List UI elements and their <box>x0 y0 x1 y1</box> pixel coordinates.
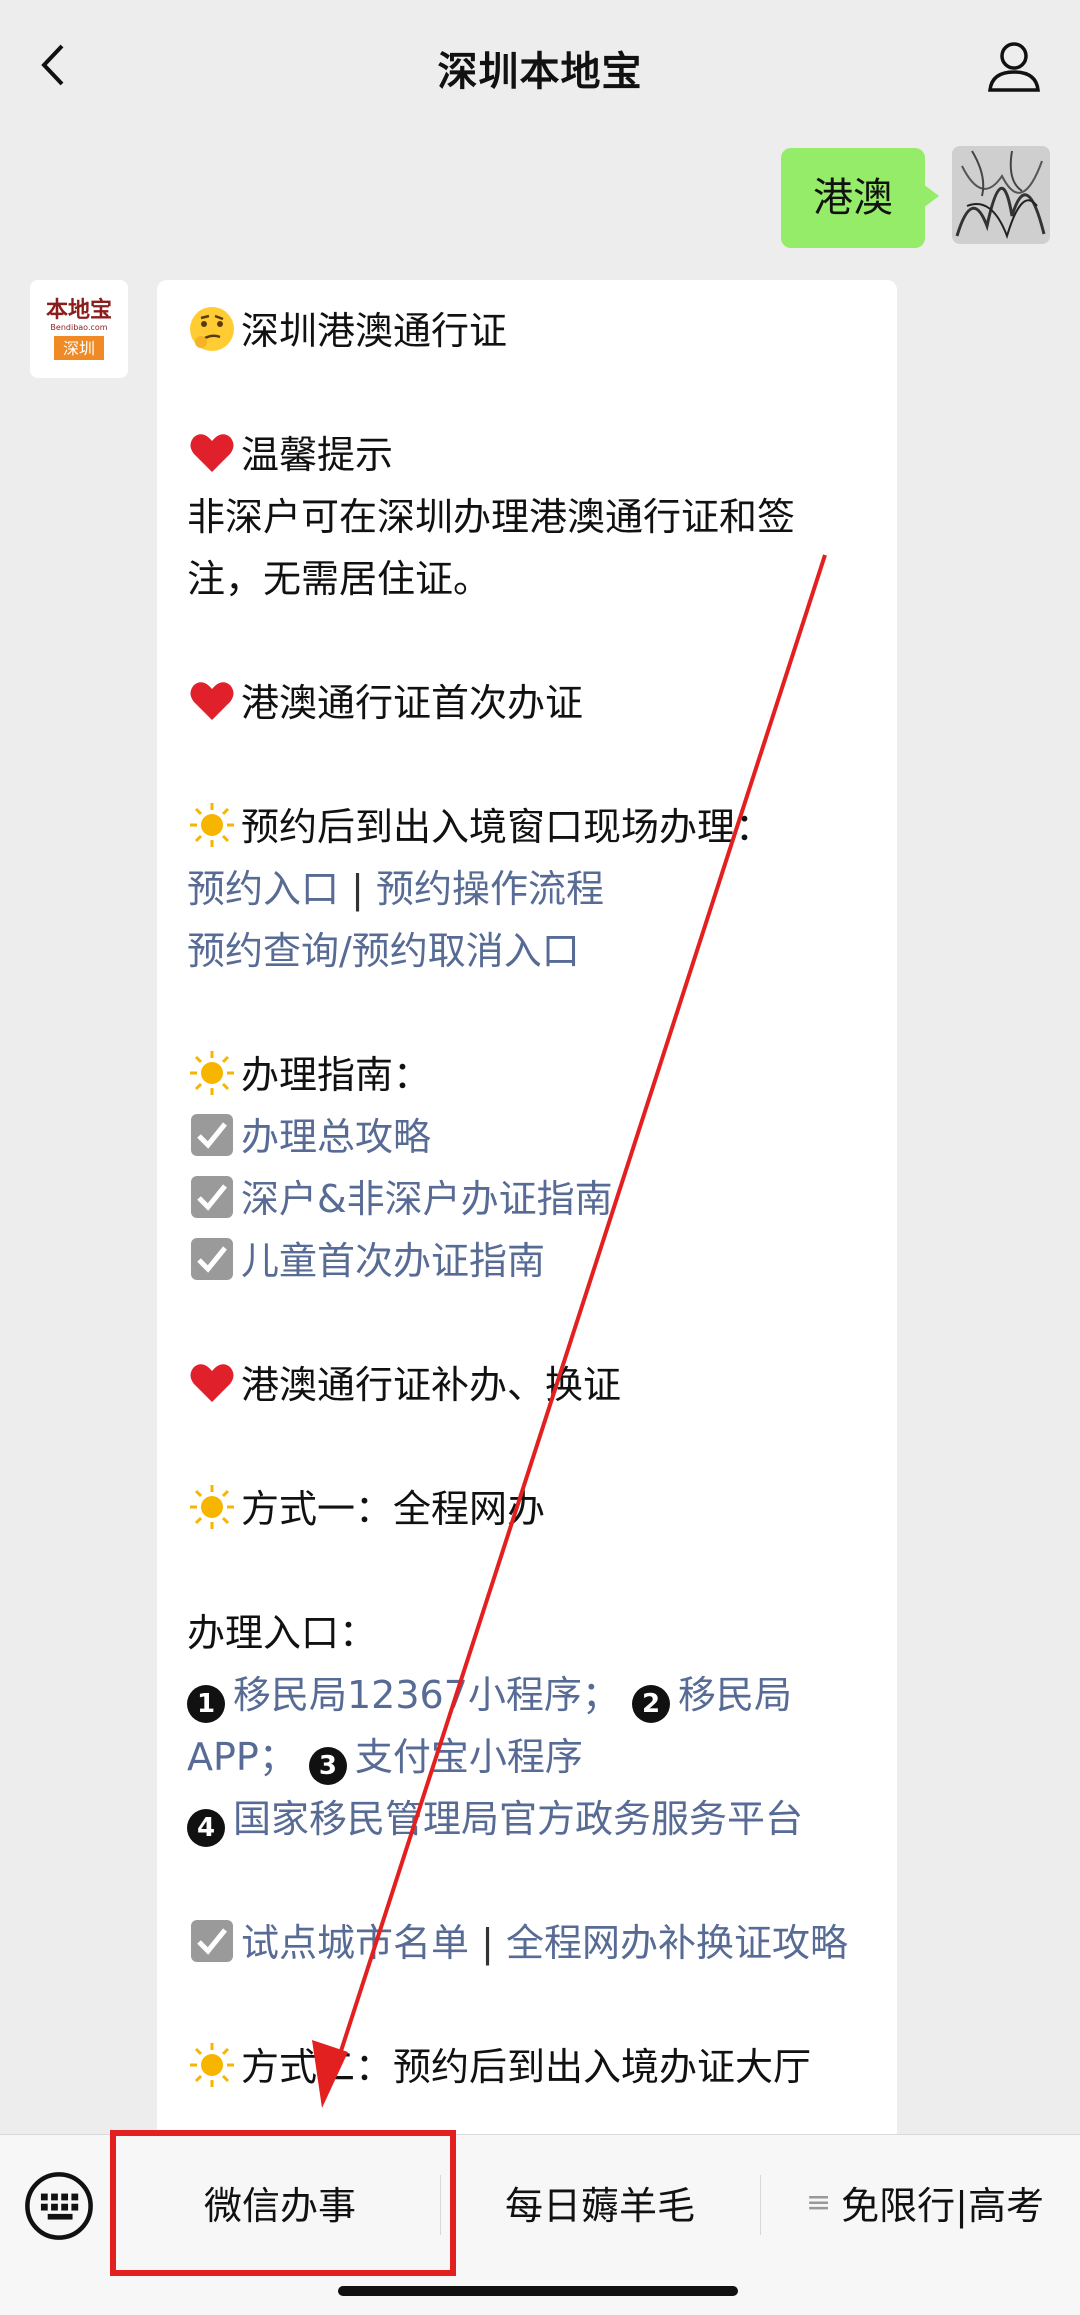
sun-icon <box>190 2043 234 2087</box>
message-line: 儿童首次办证指南 <box>187 1230 867 1292</box>
online-replace-guide-link[interactable]: 全程网办补换证攻略 <box>506 1921 848 1965</box>
svg-text:深圳: 深圳 <box>63 339 95 358</box>
chat-header: 深圳本地宝 <box>0 0 1080 135</box>
first-apply-heading: 港澳通行证首次办证 <box>241 681 584 725</box>
menu-item-restrictions-exams[interactable]: ≡ 免限行|高考 <box>770 2135 1080 2270</box>
replace-heading: 港澳通行证补办、换证 <box>241 1363 622 1407</box>
chat-title: 深圳本地宝 <box>437 48 643 95</box>
message-line: 温馨提示 <box>187 424 867 486</box>
tip-heading: 温馨提示 <box>241 433 394 477</box>
separator: | <box>351 867 364 911</box>
checkbox-icon <box>191 1238 233 1280</box>
user-message-text: 港澳 <box>813 175 893 221</box>
entry-links: 1 移民局12367小程序； 2 移民局APP； 3 支付宝小程序 <box>187 1664 867 1788</box>
message-line: 办理总攻略 <box>187 1106 867 1168</box>
guide-link-children[interactable]: 儿童首次办证指南 <box>241 1239 545 1283</box>
thinking-face-icon <box>190 307 234 351</box>
guide-heading: 办理指南： <box>241 1053 432 1097</box>
number-1-icon: 1 <box>187 1685 225 1723</box>
checkbox-icon <box>191 1176 233 1218</box>
submenu-list-icon: ≡ <box>806 2185 832 2220</box>
user-avatar[interactable] <box>952 146 1050 244</box>
user-avatar-image <box>952 146 1050 244</box>
message-line: 港澳通行证补办、换证 <box>187 1354 867 1416</box>
keyboard-icon[interactable] <box>24 2171 94 2241</box>
sun-icon <box>190 1485 234 1529</box>
tip-text: 非深户可在深圳办理港澳通行证和签注，无需居住证。 <box>187 495 796 601</box>
menu-item-label: 免限行|高考 <box>841 2184 1044 2228</box>
checkbox-icon <box>191 1920 233 1962</box>
bot-message-bubble: 深圳港澳通行证 温馨提示 非深户可在深圳办理港澳通行证和签注，无需居住证。 港澳… <box>157 280 897 2160</box>
profile-icon[interactable] <box>984 36 1044 96</box>
message-line: 预约入口 | 预约操作流程 <box>187 858 867 920</box>
bendibao-logo: 本地宝 Bendibao.com 深圳 <box>30 280 128 378</box>
sun-icon <box>190 1051 234 1095</box>
message-line: 办理指南： <box>187 1044 867 1106</box>
national-platform-link[interactable]: 国家移民管理局官方政务服务平台 <box>233 1797 803 1841</box>
guide-link-hukou[interactable]: 深户&非深户办证指南 <box>241 1177 613 1221</box>
entry-heading: 办理入口： <box>187 1611 378 1655</box>
back-icon[interactable] <box>30 40 80 90</box>
separator: | <box>481 1921 494 1965</box>
appointment-heading: 预约后到出入境窗口现场办理： <box>241 805 774 849</box>
message-line: 4 国家移民管理局官方政务服务平台 <box>187 1788 867 1850</box>
alipay-miniprogram-link[interactable]: 支付宝小程序 <box>355 1735 583 1779</box>
message-line: 预约查询/预约取消入口 <box>187 920 867 982</box>
svg-text:Bendibao.com: Bendibao.com <box>50 323 107 332</box>
method-one-heading: 方式一：全程网办 <box>241 1487 546 1531</box>
appointment-query-link[interactable]: 预约查询/预约取消入口 <box>187 929 580 973</box>
svg-text:本地宝: 本地宝 <box>46 297 112 323</box>
user-message-bubble[interactable]: 港澳 <box>781 148 939 248</box>
menu-divider <box>760 2175 761 2235</box>
sun-icon <box>190 803 234 847</box>
section-title: 深圳港澳通行证 <box>241 309 508 353</box>
pilot-cities-link[interactable]: 试点城市名单 <box>241 1921 469 1965</box>
message-line: 预约后到出入境窗口现场办理： <box>187 796 867 858</box>
message-line: 港澳通行证首次办证 <box>187 672 867 734</box>
home-indicator <box>338 2286 738 2296</box>
message-line: 方式二：预约后到出入境办证大厅 <box>187 2036 867 2098</box>
appointment-entry-link[interactable]: 预约入口 <box>187 867 339 911</box>
message-line: 方式一：全程网办 <box>187 1478 867 1540</box>
highlight-box <box>110 2130 456 2276</box>
number-3-icon: 3 <box>308 1747 347 1785</box>
heart-icon <box>190 434 234 472</box>
message-line: 试点城市名单 | 全程网办补换证攻略 <box>187 1912 867 1974</box>
heart-icon <box>190 682 234 720</box>
heart-icon <box>190 1364 234 1402</box>
bot-avatar[interactable]: 本地宝 Bendibao.com 深圳 <box>30 280 128 378</box>
menu-item-daily-deals[interactable]: 每日薅羊毛 <box>440 2135 760 2270</box>
guide-link-overall[interactable]: 办理总攻略 <box>241 1115 431 1159</box>
number-2-icon: 2 <box>631 1685 670 1723</box>
immigration-miniprogram-link[interactable]: 移民局12367小程序； <box>233 1673 620 1717</box>
number-4-icon: 4 <box>187 1809 225 1847</box>
checkbox-icon <box>191 1114 233 1156</box>
method-two-heading: 方式二：预约后到出入境办证大厅 <box>241 2045 812 2089</box>
message-line: 深圳港澳通行证 <box>187 300 867 362</box>
message-line: 深户&非深户办证指南 <box>187 1168 867 1230</box>
appointment-process-link[interactable]: 预约操作流程 <box>376 867 604 911</box>
menu-item-label: 每日薅羊毛 <box>504 2184 695 2228</box>
